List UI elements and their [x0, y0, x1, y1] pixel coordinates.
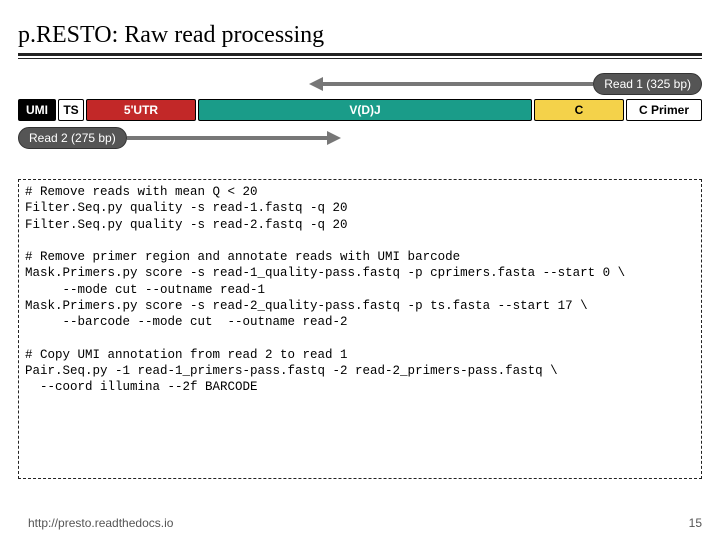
segment-c: C [534, 99, 624, 121]
segment-5utr: 5'UTR [86, 99, 196, 121]
sequence-segments: UMI TS 5'UTR V(D)J C C Primer [18, 99, 702, 121]
read1-arrow: Read 1 (325 bp) [309, 73, 702, 95]
code-block: # Remove reads with mean Q < 20 Filter.S… [18, 179, 702, 479]
read2-arrow: Read 2 (275 bp) [18, 127, 341, 149]
page-title: p.RESTO: Raw read processing [18, 22, 702, 49]
arrow-left-head-icon [309, 77, 323, 91]
segment-umi: UMI [18, 99, 56, 121]
segment-vdj: V(D)J [198, 99, 532, 121]
arrow-shaft [127, 136, 327, 140]
footer-url: http://presto.readthedocs.io [28, 516, 173, 530]
title-rule-thin [18, 58, 702, 59]
read1-label: Read 1 (325 bp) [593, 73, 702, 95]
read2-label: Read 2 (275 bp) [18, 127, 127, 149]
arrow-shaft [323, 82, 593, 86]
footer: http://presto.readthedocs.io 15 [28, 516, 702, 530]
title-rule-thick [18, 53, 702, 56]
page-number: 15 [689, 516, 702, 530]
segment-cprimer: C Primer [626, 99, 702, 121]
arrow-right-head-icon [327, 131, 341, 145]
segment-ts: TS [58, 99, 84, 121]
read-diagram: Read 1 (325 bp) UMI TS 5'UTR V(D)J C C P… [18, 73, 702, 173]
